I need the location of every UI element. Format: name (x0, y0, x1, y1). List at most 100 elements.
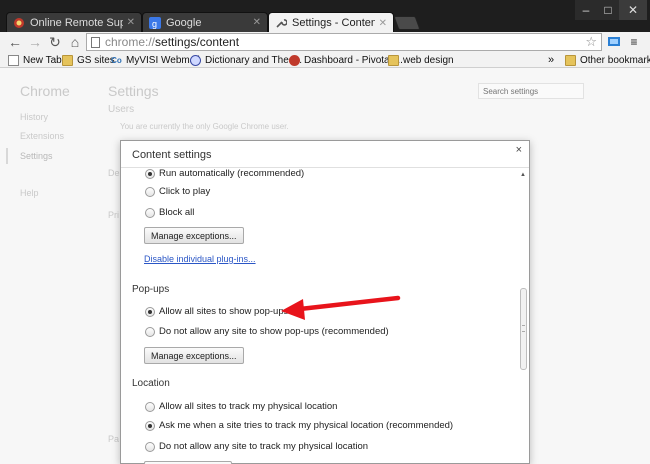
google-icon: g (149, 16, 161, 29)
location-section-heading: Location (132, 378, 170, 389)
tab-strip: Online Remote Support - ✕ g Google ✕ Set… (0, 0, 650, 33)
radio-button-icon (145, 401, 155, 412)
bookmarks-overflow-button[interactable]: » (548, 53, 554, 67)
back-button[interactable]: ← (6, 33, 24, 51)
users-description: You are currently the only Google Chrome… (120, 122, 289, 131)
radio-popups-allow-all[interactable]: Allow all sites to show pop-ups (145, 306, 288, 317)
search-settings-input[interactable] (478, 83, 584, 99)
radio-location-ask[interactable]: Ask me when a site tries to track my phy… (145, 420, 453, 431)
radio-button-icon (145, 168, 155, 179)
radio-location-block-all[interactable]: Do not allow any site to track my physic… (145, 441, 368, 452)
radio-label: Block all (159, 207, 195, 218)
radio-button-icon (145, 207, 155, 218)
radio-popups-block-all[interactable]: Do not allow any site to show pop-ups (r… (145, 326, 389, 337)
tab-google[interactable]: g Google ✕ (142, 12, 268, 32)
tab-label: Settings - Content settings (292, 17, 375, 29)
wrench-icon (275, 17, 287, 29)
dialog-scrollbar[interactable]: ▲ (519, 168, 528, 464)
sidebar-item-extensions[interactable]: Extensions (20, 131, 64, 141)
radio-plugins-block-all[interactable]: Block all (145, 207, 194, 218)
radio-location-allow-all[interactable]: Allow all sites to track my physical loc… (145, 401, 337, 412)
tab-settings-content[interactable]: Settings - Content settings ✕ (268, 12, 394, 33)
tab-label: Online Remote Support - (30, 16, 123, 29)
users-section-heading: Users (108, 104, 135, 115)
pivotal-icon (289, 54, 300, 66)
radio-button-icon (145, 186, 155, 197)
webmail-icon: Co (111, 55, 122, 65)
radio-plugins-run-automatically[interactable]: Run automatically (recommended) (145, 168, 304, 179)
disable-individual-plugins-link[interactable]: Disable individual plug-ins... (144, 254, 256, 264)
bookmark-dashboard-pivotal[interactable]: Dashboard - Pivotal ... (289, 53, 403, 67)
remote-support-icon (13, 17, 25, 29)
extension-icon[interactable] (606, 34, 622, 50)
toolbar: ← → ↻ ⌂ chrome://settings/content ☆ ≡ (0, 32, 650, 52)
dialog-body: Run automatically (recommended) Click to… (121, 168, 529, 464)
radio-label: Allow all sites to track my physical loc… (159, 401, 338, 412)
address-bar[interactable]: chrome://settings/content ☆ (86, 33, 602, 51)
radio-label: Run automatically (recommended) (159, 168, 305, 179)
radio-label: Allow all sites to show pop-ups (159, 306, 289, 317)
radio-label: Click to play (159, 186, 211, 197)
close-tab-icon[interactable]: ✕ (379, 18, 387, 29)
home-button[interactable]: ⌂ (66, 33, 84, 51)
background-fragment-passwords: Pa (108, 434, 120, 444)
minimize-button[interactable]: – (575, 0, 597, 20)
dialog-title: Content settings (132, 149, 212, 161)
bookmark-label: New Tab (23, 54, 62, 66)
page-title: Settings (108, 83, 159, 99)
folder-icon (62, 54, 73, 66)
reload-button[interactable]: ↻ (46, 33, 64, 51)
bookmark-gs-sites[interactable]: GS sites (62, 53, 115, 67)
bookmark-other-bookmarks[interactable]: Other bookmarks (565, 53, 650, 67)
sidebar-item-help[interactable]: Help (20, 188, 39, 198)
forward-button[interactable]: → (26, 33, 44, 51)
tab-online-remote-support[interactable]: Online Remote Support - ✕ (6, 12, 142, 32)
radio-label: Do not allow any site to track my physic… (159, 441, 369, 452)
dictionary-icon (190, 54, 201, 66)
radio-label: Ask me when a site tries to track my phy… (159, 420, 454, 431)
bookmarks-bar: New Tab GS sites Co MyVISI Webmail Dicti… (0, 52, 650, 68)
close-tab-icon[interactable]: ✕ (127, 17, 135, 28)
folder-icon (565, 54, 576, 66)
bookmark-label: GS sites (77, 54, 115, 66)
radio-label: Do not allow any site to show pop-ups (r… (159, 326, 389, 337)
background-fragment-privacy: Pri (108, 210, 119, 220)
sidebar-selection-indicator (6, 148, 8, 164)
bookmark-label: Dictionary and Thes... (205, 54, 303, 66)
maximize-button[interactable]: □ (597, 0, 619, 20)
bookmark-label: web design (403, 54, 454, 66)
radio-plugins-click-to-play[interactable]: Click to play (145, 186, 210, 197)
close-tab-icon[interactable]: ✕ (253, 17, 261, 28)
bookmark-web-design[interactable]: web design (388, 53, 454, 67)
sidebar-item-history[interactable]: History (20, 112, 48, 122)
close-icon[interactable]: × (516, 144, 522, 156)
bookmark-dictionary[interactable]: Dictionary and Thes... (190, 53, 302, 67)
scroll-up-arrow-icon[interactable]: ▲ (520, 172, 526, 178)
bookmark-new-tab[interactable]: New Tab (8, 53, 62, 67)
popups-section-heading: Pop-ups (132, 284, 170, 295)
new-tab-button[interactable] (393, 16, 421, 30)
sidebar-item-settings[interactable]: Settings (20, 151, 53, 161)
url-scheme: chrome:// (105, 35, 156, 49)
bookmark-star-icon[interactable]: ☆ (585, 34, 597, 50)
manage-exceptions-plugins-button[interactable]: Manage exceptions... (144, 227, 244, 244)
scrollbar-thumb[interactable] (520, 288, 527, 370)
bookmark-label: MyVISI Webmail (126, 54, 200, 66)
content-settings-dialog: Content settings × Run automatically (re… (120, 140, 530, 464)
folder-icon (388, 54, 399, 66)
radio-button-icon (145, 306, 155, 317)
url-path: settings/content (155, 35, 240, 49)
background-fragment-default-browser: De (108, 168, 120, 178)
manage-exceptions-popups-button[interactable]: Manage exceptions... (144, 347, 244, 364)
radio-button-icon (145, 441, 155, 452)
page-icon (91, 36, 100, 48)
tab-label: Google (166, 16, 202, 29)
sidebar-title: Chrome (20, 83, 70, 99)
radio-button-icon (145, 326, 155, 337)
close-window-button[interactable]: ✕ (619, 0, 647, 20)
menu-icon[interactable]: ≡ (626, 34, 642, 50)
svg-text:g: g (152, 19, 157, 29)
page-icon (8, 54, 19, 66)
bookmark-myvisi-webmail[interactable]: Co MyVISI Webmail (111, 53, 200, 67)
radio-button-icon (145, 420, 155, 431)
